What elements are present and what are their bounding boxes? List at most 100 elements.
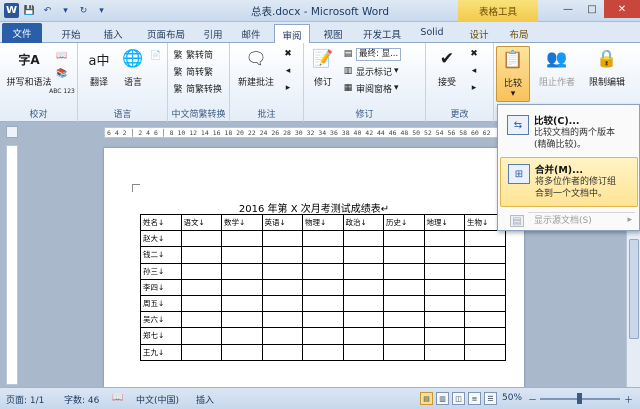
student-name-cell[interactable]: 李四↓ (140, 278, 182, 296)
minimize-button[interactable]: — (556, 0, 580, 18)
web-layout-icon[interactable]: ◫ (452, 392, 465, 405)
zoom-in-button[interactable]: ＋ (624, 393, 633, 406)
table-header-cell[interactable]: 语文↓ (180, 213, 222, 232)
zoom-level[interactable]: 50% (502, 393, 522, 403)
grade-table[interactable]: 姓名↓ 语文↓ 数学↓ 英语↓ 物理↓ 政治↓ 历史↓ 地理↓ 生物↓ 赵大↓ 钱二↓ 孙三↓ 李四↓ 周… (140, 213, 506, 361)
score-cell[interactable] (261, 294, 303, 313)
score-cell[interactable] (221, 294, 263, 313)
zoom-slider-knob[interactable] (577, 393, 582, 404)
tab-view[interactable]: 视图 (316, 24, 350, 43)
thesaurus-button[interactable]: 📚 (56, 67, 68, 81)
table-header-cell[interactable]: 政治↓ (342, 213, 384, 232)
table-header-cell[interactable]: 历史↓ (383, 213, 425, 232)
tab-insert[interactable]: 插入 (96, 24, 130, 43)
maximize-button[interactable]: □ (580, 0, 604, 18)
tab-developer[interactable]: 开发工具 (356, 24, 408, 43)
score-cell[interactable] (423, 311, 465, 329)
tab-file[interactable]: 文件 (2, 23, 42, 43)
score-cell[interactable] (464, 246, 506, 264)
next-comment-button[interactable]: ▸ (282, 81, 294, 95)
reject-button[interactable]: ✖ (468, 47, 480, 61)
score-cell[interactable] (261, 262, 303, 280)
new-comment-button[interactable]: 🗨 新建批注 (234, 46, 278, 88)
language-button[interactable]: 🌐 语言 (116, 46, 150, 88)
score-cell[interactable] (342, 311, 384, 329)
score-cell[interactable] (302, 230, 344, 248)
score-cell[interactable] (464, 278, 506, 296)
tab-layout[interactable]: 布局 (502, 24, 536, 43)
score-cell[interactable] (464, 262, 506, 280)
score-cell[interactable] (180, 343, 222, 361)
chinese-conversion-button[interactable]: 繁简繁转换 (172, 81, 222, 95)
score-cell[interactable] (342, 262, 384, 280)
score-cell[interactable] (464, 343, 506, 361)
menu-item-compare[interactable]: ⇆ 比较(C)... 比较文档的两个版本 (精确比较)。 (500, 109, 638, 155)
score-cell[interactable] (221, 311, 263, 329)
table-header-cell[interactable]: 物理↓ (302, 213, 344, 232)
score-cell[interactable] (423, 262, 465, 280)
draft-view-icon[interactable]: ☰ (484, 392, 497, 405)
score-cell[interactable] (383, 230, 425, 248)
next-change-button[interactable]: ▸ (468, 81, 480, 95)
student-name-cell[interactable]: 孙三↓ (140, 262, 182, 280)
score-cell[interactable] (221, 230, 263, 248)
tab-mailings[interactable]: 邮件 (234, 24, 268, 43)
table-header-cell[interactable]: 地理↓ (423, 213, 465, 232)
score-cell[interactable] (302, 327, 344, 345)
score-cell[interactable] (342, 327, 384, 345)
proofing-status-icon[interactable]: 📖 (112, 393, 123, 403)
outline-view-icon[interactable]: ≡ (468, 392, 481, 405)
reviewing-pane-button[interactable]: ▦ 审阅窗格 ▾ (342, 81, 399, 95)
vertical-scrollbar[interactable] (626, 225, 640, 387)
score-cell[interactable] (302, 278, 344, 296)
tab-review[interactable]: 审阅 (274, 24, 310, 43)
score-cell[interactable] (342, 343, 384, 361)
score-cell[interactable] (302, 294, 344, 313)
student-name-cell[interactable]: 王九↓ (140, 343, 182, 361)
block-authors-button[interactable]: 👥 阻止作者 (534, 46, 580, 88)
vertical-ruler[interactable] (6, 145, 18, 385)
score-cell[interactable] (261, 230, 303, 248)
student-name-cell[interactable]: 钱二↓ (140, 246, 182, 264)
menu-item-show-source[interactable]: ▤ 显示源文档(S) ▸ (500, 213, 638, 229)
previous-change-button[interactable]: ◂ (468, 64, 480, 78)
translate-button[interactable]: a中 翻译 (82, 46, 116, 89)
table-header-cell[interactable]: 数学↓ (221, 213, 263, 232)
score-cell[interactable] (342, 278, 384, 296)
score-cell[interactable] (221, 278, 263, 296)
zoom-out-button[interactable]: － (528, 393, 537, 406)
language-extra-button[interactable]: 📄 (150, 49, 162, 63)
insert-mode-indicator[interactable]: 插入 (196, 393, 214, 406)
score-cell[interactable] (423, 246, 465, 264)
full-screen-reading-icon[interactable]: ▥ (436, 392, 449, 405)
score-cell[interactable] (464, 327, 506, 345)
score-cell[interactable] (180, 262, 222, 280)
score-cell[interactable] (423, 278, 465, 296)
restrict-editing-button[interactable]: 🔒 限制编辑 (582, 46, 632, 88)
delete-comment-button[interactable]: ✖ (282, 47, 294, 61)
score-cell[interactable] (302, 246, 344, 264)
word-count[interactable]: 字数: 46 (64, 393, 99, 406)
score-cell[interactable] (383, 278, 425, 296)
score-cell[interactable] (423, 294, 465, 313)
tab-home[interactable]: 开始 (54, 24, 88, 43)
traditional-to-simplified-button[interactable]: 繁繁转简 (172, 47, 213, 61)
score-cell[interactable] (342, 230, 384, 248)
score-cell[interactable] (221, 262, 263, 280)
tab-solid[interactable]: Solid (414, 24, 450, 43)
student-name-cell[interactable]: 周五↓ (140, 294, 182, 313)
spelling-grammar-button[interactable]: 字A 拼写和语法 (4, 46, 54, 89)
score-cell[interactable] (423, 327, 465, 345)
score-cell[interactable] (261, 343, 303, 361)
tab-page-layout[interactable]: 页面布局 (140, 24, 192, 43)
score-cell[interactable] (464, 311, 506, 329)
display-for-review-dropdown[interactable]: ▤ 最终: 显... (342, 47, 402, 61)
horizontal-ruler[interactable]: 6 4 2 │ 2 4 6 │ 8 10 12 14 16 18 20 22 2… (104, 127, 516, 138)
score-cell[interactable] (261, 327, 303, 345)
score-cell[interactable] (383, 311, 425, 329)
scrollbar-thumb[interactable] (629, 239, 639, 339)
score-cell[interactable] (221, 343, 263, 361)
score-cell[interactable] (261, 278, 303, 296)
menu-item-combine[interactable]: ⊞ 合并(M)... 将多位作者的修订组 合到一个文档中。 (500, 157, 638, 207)
score-cell[interactable] (464, 294, 506, 313)
